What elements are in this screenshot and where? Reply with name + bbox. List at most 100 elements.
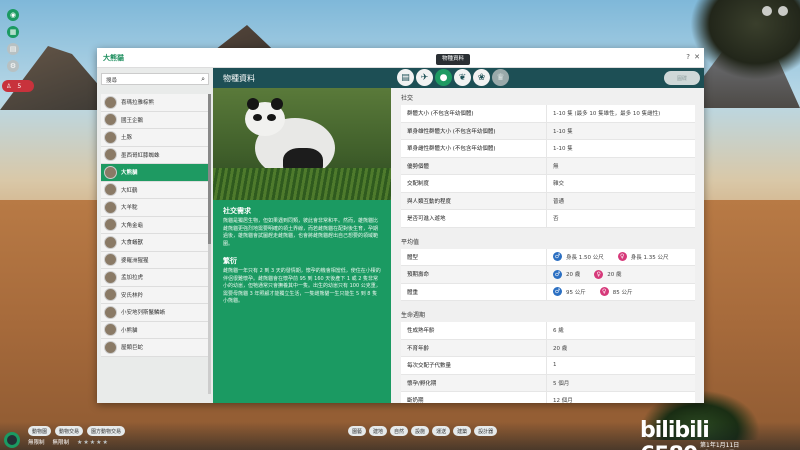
lifecycle-row: 懷孕/孵化期 5 個月	[401, 374, 695, 392]
lifecycle-value: 20 歲	[553, 345, 568, 352]
female-icon: ♀	[594, 269, 604, 279]
bottom-left-button[interactable]: 動物交易	[55, 426, 84, 436]
animal-avatar	[104, 183, 117, 197]
social-label: 優勢個體	[401, 157, 547, 174]
bottom-mid-button[interactable]: 建地	[369, 426, 388, 436]
social-row: 是否可進入遊地否	[401, 210, 695, 228]
info-column: 社交需求 熊貓是獨居生物，但如果遇到同類，彼此會非常和平。然而，雄熊貓比雌熊貓更…	[213, 88, 391, 403]
camera-icon[interactable]	[762, 6, 772, 16]
social-row: 單身雌性群體大小 (不包含年幼個體) 1-10 隻	[401, 140, 695, 158]
animal-avatar	[104, 218, 117, 232]
animal-list-item[interactable]: 大紅鶴	[101, 181, 209, 199]
panda-eye	[253, 114, 262, 121]
animal-list-item[interactable]: 大羊駝	[101, 199, 209, 217]
average-table: 體型 ♂ 身長 1.50 公尺 ♀ 身長 1.35 公尺 預期壽命 ♂ 20 歲 ♀ 20 歲體重…	[397, 248, 699, 301]
bottom-mid-button[interactable]: 運送	[432, 426, 451, 436]
header-button[interactable]: 圓碟	[664, 71, 700, 85]
animal-avatar	[104, 288, 117, 302]
animal-sidebar: 搜尋 ⌕ 喜瑪拉雅棕熊國王企鵝 土豚墨西哥紅膝蜘蛛 大熊貓大紅鶴大羊駝大角金龜大食蟻…	[97, 68, 213, 403]
average-value: ♂ 身長 1.50 公尺 ♀ 身長 1.35 公尺	[547, 249, 695, 266]
animal-list-item[interactable]: 墨西哥紅膝蜘蛛	[101, 146, 209, 164]
lifecycle-row: 斷奶期 12 個月	[401, 392, 695, 403]
leaf-icon[interactable]: ❦	[454, 69, 471, 86]
animal-list-item[interactable]: 大熊貓	[101, 164, 209, 182]
animal-avatar	[104, 148, 117, 162]
animal-list-item[interactable]: 國王企鵝	[101, 111, 209, 129]
bottom-left-button[interactable]: 園方動物交易	[87, 426, 126, 436]
species-window: 大熊貓 ? ✕ 搜尋 ⌕ 喜瑪拉雅棕熊國王企鵝 土豚墨西哥紅膝蜘蛛 大熊貓大紅鶴大羊…	[97, 48, 704, 403]
rating-stars: ★★★★★	[77, 438, 109, 446]
close-button[interactable]: ✕	[694, 53, 700, 61]
male-value: 95 公斤	[566, 289, 586, 296]
mode-text: 無限制	[28, 440, 45, 446]
social-label: 交配制度	[401, 175, 547, 192]
animal-name: 喜瑪拉雅棕熊	[121, 100, 155, 107]
bird-icon[interactable]: ✈	[416, 69, 433, 86]
left-hud: ◉ ▦ ▤ ⚙	[4, 6, 22, 77]
social-value: 雜交	[553, 181, 565, 188]
average-label: 預期壽命	[401, 266, 547, 283]
animal-list-item[interactable]: 大角金龜	[101, 216, 209, 234]
social-value: 否	[553, 216, 559, 223]
animal-name: 墨西哥紅膝蜘蛛	[121, 152, 160, 159]
bottom-left-button[interactable]: 動物園	[28, 426, 52, 436]
progress-ring[interactable]	[4, 432, 20, 448]
animal-name: 大角金龜	[121, 222, 144, 229]
trophy-icon[interactable]: ♛	[492, 69, 509, 86]
book-icon[interactable]: ▤	[397, 69, 414, 86]
paw-icon[interactable]: ❀	[473, 69, 490, 86]
social-label: 單身雄性群體大小 (不包含年幼個體)	[401, 122, 547, 139]
calendar-icon[interactable]: ▤	[7, 43, 19, 55]
social-text: 熊貓是獨居生物，但如果遇到同類，彼此會非常和平。然而，雄熊貓比雌熊貓更強烈地需要…	[223, 218, 379, 247]
lifecycle-row: 性成熟年齡 6 歲	[401, 322, 695, 340]
animal-name: 大熊貓	[121, 170, 138, 177]
animal-list-item[interactable]: 小熊貓	[101, 321, 209, 339]
animal-name: 小安地列斯鬣鱗蜥	[121, 310, 166, 317]
social-row: 單身雄性群體大小 (不包含年幼個體) 1-10 隻	[401, 122, 695, 140]
animal-list-item[interactable]: 安氏林羚	[101, 286, 209, 304]
lifecycle-group-heading: 生命週期	[401, 312, 426, 319]
help-button[interactable]: ?	[686, 53, 690, 61]
search-input[interactable]: 搜尋 ⌕	[101, 73, 209, 85]
search-icon[interactable]: ⌕	[201, 75, 205, 84]
animal-name: 孟加拉虎	[121, 275, 144, 282]
animal-list-item[interactable]: 大食蟻獸	[101, 234, 209, 252]
animal-name: 小熊貓	[121, 327, 138, 334]
average-row: 體型 ♂ 身長 1.50 公尺 ♀ 身長 1.35 公尺	[401, 248, 695, 266]
apple-icon[interactable]: ●	[435, 69, 452, 86]
animal-name: 大羊駝	[121, 205, 138, 212]
zoo-menu-icon[interactable]: ▦	[7, 26, 19, 38]
lifecycle-value: 6 歲	[553, 328, 564, 335]
bottom-mid-button[interactable]: 設計器	[474, 426, 498, 436]
animal-list-item[interactable]: 婆羅洲猩猩	[101, 251, 209, 269]
person-icon: ♙	[6, 82, 12, 90]
staff-alert-badge[interactable]: ♙ 5	[2, 80, 34, 92]
animal-list-item[interactable]: 喜瑪拉雅棕熊	[101, 94, 209, 112]
animal-avatar	[104, 200, 117, 214]
settings-icon[interactable]: ⚙	[7, 60, 19, 72]
animal-name: 大食蟻獸	[121, 240, 144, 247]
social-value: 1-10 隻 (最多 10 隻雄性，最多 10 隻雌性)	[553, 111, 661, 118]
animal-list-item[interactable]: 土豚	[101, 129, 209, 147]
view-icon[interactable]	[778, 6, 788, 16]
lifecycle-label: 不育年齡	[401, 339, 547, 356]
animal-avatar	[104, 270, 117, 284]
animal-list-item[interactable]: 孟加拉虎	[101, 269, 209, 287]
park-icon[interactable]: ◉	[7, 9, 19, 21]
bottom-mid-button[interactable]: 自然	[390, 426, 409, 436]
alert-count: 5	[17, 82, 22, 90]
male-icon: ♂	[553, 252, 562, 262]
bottom-mid-button[interactable]: 建築	[453, 426, 472, 436]
animal-list-item[interactable]: 小安地列斯鬣鱗蜥	[101, 304, 209, 322]
average-group-heading: 平均值	[401, 238, 420, 246]
bottom-mid-button[interactable]: 園藝	[348, 426, 367, 436]
scrollbar-thumb[interactable]	[208, 94, 211, 244]
average-row: 體重 ♂ 95 公斤 ♀ 85 公斤	[401, 283, 695, 301]
animal-name: 大紅鶴	[121, 187, 138, 194]
animal-list-item[interactable]: 屋類巨蛇	[101, 339, 209, 357]
social-label: 與人類互動的程度	[401, 192, 547, 209]
bottom-mid-button[interactable]: 設施	[411, 426, 430, 436]
average-row: 預期壽命 ♂ 20 歲 ♀ 20 歲	[401, 266, 695, 284]
animal-avatar	[104, 95, 117, 109]
bottom-left-buttons: 動物園 動物交易 園方動物交易	[28, 426, 126, 436]
